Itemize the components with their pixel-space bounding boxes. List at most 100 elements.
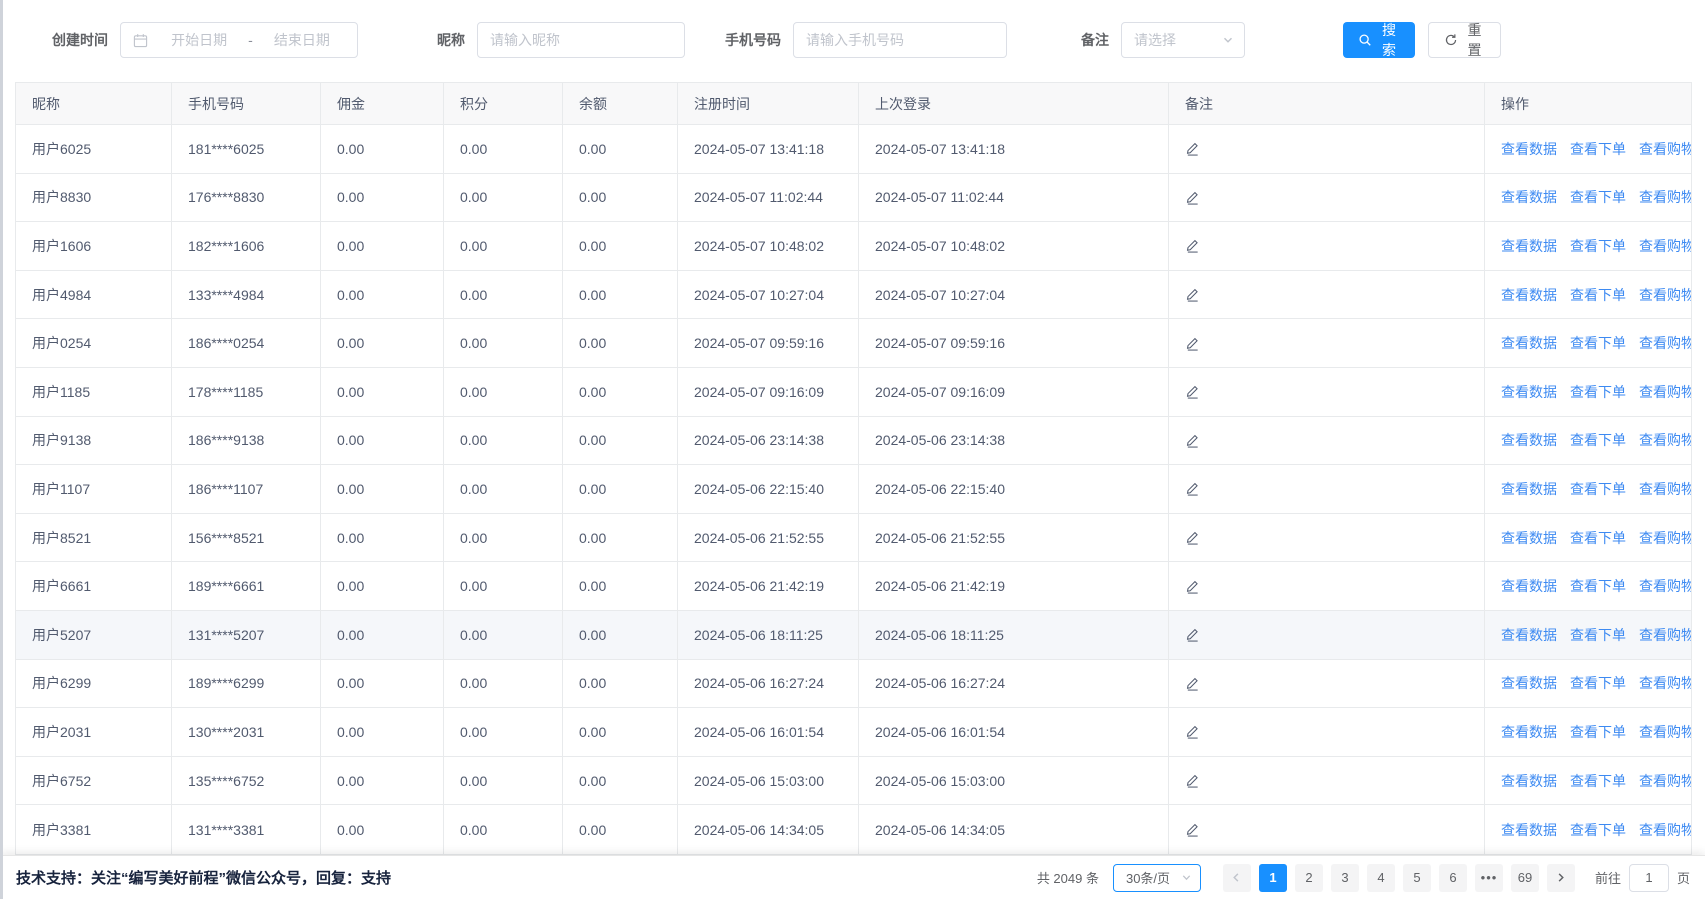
view-data-link[interactable]: 查看数据 (1501, 479, 1557, 499)
remark-select[interactable]: 请选择 (1121, 22, 1245, 58)
view-data-link[interactable]: 查看数据 (1501, 722, 1557, 742)
search-button[interactable]: 搜索 (1343, 22, 1415, 58)
view-orders-link[interactable]: 查看下单 (1570, 333, 1626, 353)
view-orders-link[interactable]: 查看下单 (1570, 187, 1626, 207)
cell-last-login: 2024-05-07 11:02:44 (859, 174, 1169, 222)
page-button-1[interactable]: 1 (1259, 864, 1287, 892)
page-button-last[interactable]: 69 (1511, 864, 1539, 892)
edit-remark-icon[interactable] (1185, 238, 1200, 253)
view-cart-link[interactable]: 查看购物车 (1639, 625, 1691, 645)
view-data-link[interactable]: 查看数据 (1501, 333, 1557, 353)
page-button-2[interactable]: 2 (1295, 864, 1323, 892)
page-button-6[interactable]: 6 (1439, 864, 1467, 892)
view-cart-link[interactable]: 查看购物车 (1639, 430, 1691, 450)
view-orders-link[interactable]: 查看下单 (1570, 285, 1626, 305)
view-cart-link[interactable]: 查看购物车 (1639, 236, 1691, 256)
edit-remark-icon[interactable] (1185, 481, 1200, 496)
date-range-separator: - (246, 32, 255, 48)
cell-commission: 0.00 (321, 660, 444, 708)
view-orders-link[interactable]: 查看下单 (1570, 528, 1626, 548)
view-data-link[interactable]: 查看数据 (1501, 430, 1557, 450)
view-cart-link[interactable]: 查看购物车 (1639, 382, 1691, 402)
start-date-placeholder[interactable]: 开始日期 (152, 30, 246, 50)
edit-remark-icon[interactable] (1185, 627, 1200, 642)
view-data-link[interactable]: 查看数据 (1501, 673, 1557, 693)
reset-button[interactable]: 重置 (1428, 22, 1501, 58)
page-size-select[interactable]: 30条/页 (1113, 864, 1201, 892)
edit-remark-icon[interactable] (1185, 676, 1200, 691)
view-orders-link[interactable]: 查看下单 (1570, 479, 1626, 499)
view-cart-link[interactable]: 查看购物车 (1639, 722, 1691, 742)
view-data-link[interactable]: 查看数据 (1501, 139, 1557, 159)
prev-page-button[interactable] (1223, 864, 1251, 892)
view-orders-link[interactable]: 查看下单 (1570, 139, 1626, 159)
view-orders-link[interactable]: 查看下单 (1570, 576, 1626, 596)
view-cart-link[interactable]: 查看购物车 (1639, 673, 1691, 693)
view-data-link[interactable]: 查看数据 (1501, 187, 1557, 207)
view-orders-link[interactable]: 查看下单 (1570, 430, 1626, 450)
table-row: 用户1606 182****1606 0.00 0.00 0.00 2024-0… (16, 222, 1691, 271)
view-cart-link[interactable]: 查看购物车 (1639, 771, 1691, 791)
view-cart-link[interactable]: 查看购物车 (1639, 820, 1691, 840)
view-orders-link[interactable]: 查看下单 (1570, 722, 1626, 742)
table-row: 用户8830 176****8830 0.00 0.00 0.00 2024-0… (16, 174, 1691, 223)
page-button-3[interactable]: 3 (1331, 864, 1359, 892)
cell-balance: 0.00 (563, 465, 678, 513)
cell-last-login: 2024-05-06 16:01:54 (859, 708, 1169, 756)
view-data-link[interactable]: 查看数据 (1501, 625, 1557, 645)
edit-remark-icon[interactable] (1185, 384, 1200, 399)
view-orders-link[interactable]: 查看下单 (1570, 625, 1626, 645)
view-data-link[interactable]: 查看数据 (1501, 236, 1557, 256)
cell-actions: 查看数据 查看下单 查看购物车 (1485, 271, 1691, 319)
view-cart-link[interactable]: 查看购物车 (1639, 576, 1691, 596)
view-data-link[interactable]: 查看数据 (1501, 576, 1557, 596)
edit-remark-icon[interactable] (1185, 579, 1200, 594)
view-orders-link[interactable]: 查看下单 (1570, 236, 1626, 256)
view-cart-link[interactable]: 查看购物车 (1639, 333, 1691, 353)
view-cart-link[interactable]: 查看购物车 (1639, 139, 1691, 159)
phone-input[interactable] (793, 22, 1007, 58)
cell-points: 0.00 (444, 417, 563, 465)
page-button-4[interactable]: 4 (1367, 864, 1395, 892)
edit-remark-icon[interactable] (1185, 530, 1200, 545)
view-cart-link[interactable]: 查看购物车 (1639, 187, 1691, 207)
cell-register-time: 2024-05-06 15:03:00 (678, 757, 859, 805)
page-button-5[interactable]: 5 (1403, 864, 1431, 892)
edit-remark-icon[interactable] (1185, 724, 1200, 739)
edit-remark-icon[interactable] (1185, 141, 1200, 156)
view-data-link[interactable]: 查看数据 (1501, 820, 1557, 840)
edit-remark-icon[interactable] (1185, 822, 1200, 837)
cell-register-time: 2024-05-07 09:59:16 (678, 319, 859, 367)
view-orders-link[interactable]: 查看下单 (1570, 382, 1626, 402)
view-orders-link[interactable]: 查看下单 (1570, 820, 1626, 840)
cell-points: 0.00 (444, 757, 563, 805)
next-page-button[interactable] (1547, 864, 1575, 892)
cell-phone: 135****6752 (172, 757, 321, 805)
more-pages-button[interactable]: ••• (1475, 864, 1503, 892)
edit-remark-icon[interactable] (1185, 433, 1200, 448)
goto-page-input[interactable] (1629, 864, 1669, 892)
cell-phone: 131****3381 (172, 805, 321, 854)
view-data-link[interactable]: 查看数据 (1501, 528, 1557, 548)
nickname-input[interactable] (477, 22, 685, 58)
edit-remark-icon[interactable] (1185, 190, 1200, 205)
view-data-link[interactable]: 查看数据 (1501, 382, 1557, 402)
view-orders-link[interactable]: 查看下单 (1570, 673, 1626, 693)
cell-points: 0.00 (444, 562, 563, 610)
view-cart-link[interactable]: 查看购物车 (1639, 285, 1691, 305)
view-cart-link[interactable]: 查看购物车 (1639, 528, 1691, 548)
cell-last-login: 2024-05-07 10:27:04 (859, 271, 1169, 319)
edit-remark-icon[interactable] (1185, 773, 1200, 788)
view-data-link[interactable]: 查看数据 (1501, 285, 1557, 305)
edit-remark-icon[interactable] (1185, 287, 1200, 302)
date-range-picker[interactable]: 开始日期 - 结束日期 (120, 22, 358, 58)
view-orders-link[interactable]: 查看下单 (1570, 771, 1626, 791)
cell-actions: 查看数据 查看下单 查看购物车 (1485, 660, 1691, 708)
cell-last-login: 2024-05-07 10:48:02 (859, 222, 1169, 270)
view-cart-link[interactable]: 查看购物车 (1639, 479, 1691, 499)
cell-register-time: 2024-05-06 23:14:38 (678, 417, 859, 465)
end-date-placeholder[interactable]: 结束日期 (255, 30, 349, 50)
edit-remark-icon[interactable] (1185, 336, 1200, 351)
cell-nickname: 用户9138 (16, 417, 172, 465)
view-data-link[interactable]: 查看数据 (1501, 771, 1557, 791)
